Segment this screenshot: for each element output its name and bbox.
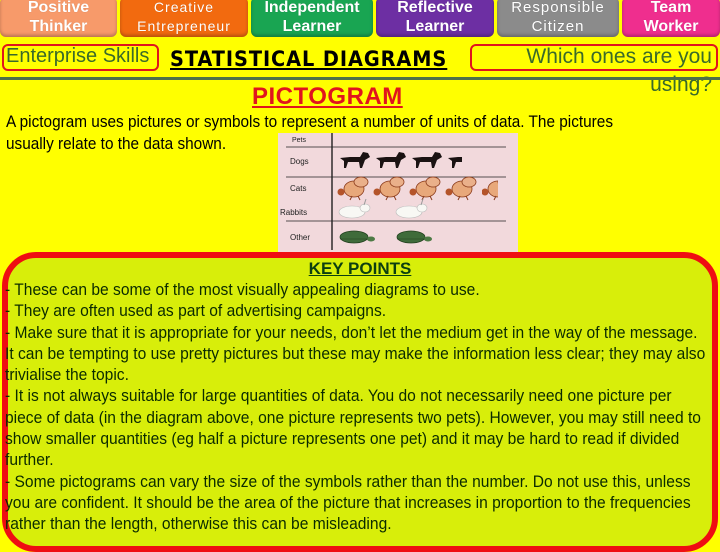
header-divider — [0, 77, 720, 80]
pictogram-chart: Pets Dogs Cats Rabbits Other — [278, 133, 518, 253]
skill-button-responsible-citizen[interactable]: Responsible Citizen — [497, 0, 619, 37]
key-points-title: KEY POINTS — [308, 259, 412, 278]
key-point: - Some pictograms can vary the size of t… — [5, 472, 691, 534]
question-label: Which ones are you using? — [526, 45, 712, 96]
page-title: PICTOGRAM — [252, 83, 403, 110]
skill-label-line1: Reflective — [397, 0, 473, 16]
pictogram-category-label: Other — [290, 233, 310, 242]
skill-label-line1: Positive — [27, 0, 90, 16]
dog-icon — [376, 152, 406, 168]
key-points-list: - These can be some of the most visually… — [5, 280, 709, 536]
skill-label-line1: Independent — [264, 0, 360, 16]
skill-label-line2: Entrepreneur — [137, 18, 231, 34]
pictogram-category-label: Dogs — [290, 157, 309, 166]
skill-label-line2: Learner — [282, 18, 342, 35]
skill-label-line1: Responsible — [511, 0, 605, 16]
dog-icon — [412, 152, 442, 168]
section-title: STATISTICAL DIAGRAMS — [170, 47, 448, 71]
rabbit-icon — [338, 198, 371, 219]
pictogram-category-label: Rabbits — [280, 208, 307, 217]
enterprise-skills-label: Enterprise Skills — [6, 45, 150, 67]
skills-bar: Positive Thinker Creative Entrepreneur I… — [0, 0, 720, 42]
skill-button-team-worker[interactable]: Team Worker — [622, 0, 720, 37]
pictogram-svg: Pets Dogs Cats Rabbits Other — [280, 133, 506, 250]
key-point: - These can be some of the most visually… — [5, 281, 480, 299]
cat-icon — [482, 180, 498, 201]
skill-button-reflective-learner[interactable]: Reflective Learner — [376, 0, 494, 37]
pictogram-header-label: Pets — [292, 137, 307, 144]
skill-label-line2: Worker — [643, 18, 699, 35]
cat-icon — [373, 176, 405, 201]
skill-label-line2: Citizen — [531, 18, 585, 35]
cat-icon — [445, 176, 477, 201]
skill-button-positive-thinker[interactable]: Positive Thinker — [0, 0, 117, 37]
key-point: - Make sure that it is appropriate for y… — [5, 323, 706, 385]
intro-line-1: A pictogram uses pictures or symbols to … — [6, 113, 613, 131]
skill-label-line2: Learner — [405, 18, 465, 35]
cat-icon — [409, 176, 441, 201]
tortoise-icon — [339, 230, 375, 244]
skill-label-line1: Creative — [153, 0, 215, 15]
key-point: - They are often used as part of adverti… — [5, 302, 387, 321]
skill-button-creative-entrepreneur[interactable]: Creative Entrepreneur — [120, 0, 248, 37]
skill-label-line2: Thinker — [29, 18, 88, 35]
pictogram-category-label: Cats — [290, 184, 306, 193]
skill-button-independent-learner[interactable]: Independent Learner — [251, 0, 373, 37]
dog-icon — [340, 152, 370, 168]
cat-icon — [337, 176, 369, 201]
key-point: - It is not always suitable for large qu… — [5, 387, 701, 470]
dog-icon — [448, 157, 462, 168]
skill-label-line1: Team — [650, 0, 692, 16]
tortoise-icon — [396, 230, 432, 244]
rabbit-icon — [395, 198, 428, 219]
